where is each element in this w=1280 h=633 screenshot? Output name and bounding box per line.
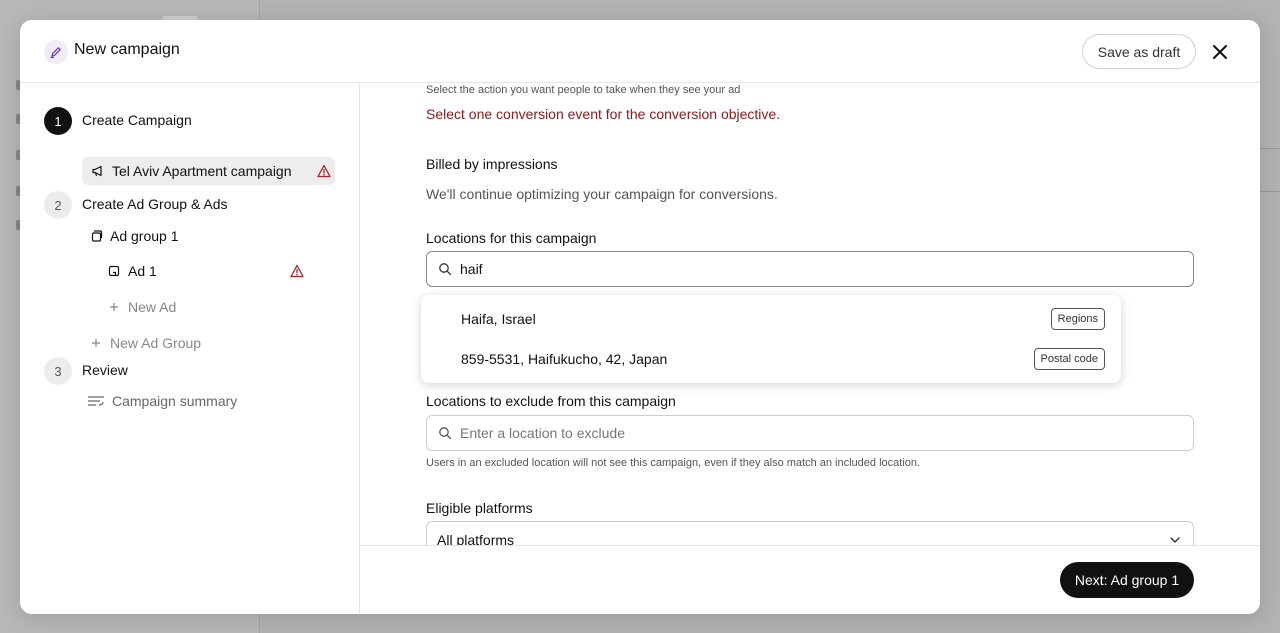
search-icon [439,427,452,440]
location-option-label: 859-5531, Haifukucho, 42, Japan [461,351,668,367]
step-number-2: 2 [44,191,72,219]
list-filter-icon [86,393,106,409]
exclude-locations-input[interactable] [460,416,1160,450]
ad-card-icon [106,263,122,279]
search-icon [439,263,452,276]
nav-item-label: Ad group 1 [110,228,179,244]
modal-header: New campaign Save as draft [20,20,1260,83]
nav-item-label: Tel Aviv Apartment campaign [112,163,292,179]
modal-title: New campaign [74,41,180,58]
location-option-label: Haifa, Israel [461,311,536,327]
nav-item-campaign-summary[interactable]: Campaign summary [86,391,237,411]
step-number-3: 3 [44,357,72,385]
step-create-ad-group[interactable]: Create Ad Group & Ads [82,196,228,212]
stack-icon [88,228,104,244]
location-option[interactable]: Haifa, Israel Regions [421,299,1121,339]
background-row [1260,148,1280,192]
new-ad-group-label: New Ad Group [110,335,202,351]
new-campaign-modal: New campaign Save as draft 1 Create Camp… [20,20,1260,614]
location-type-badge: Postal code [1033,348,1105,370]
pencil-icon [44,40,68,64]
step-create-campaign[interactable]: Create Campaign [82,112,192,128]
save-as-draft-button[interactable]: Save as draft [1082,34,1196,69]
platforms-selected-value: All platforms [437,532,515,545]
megaphone-icon [90,163,106,179]
exclude-locations-field[interactable] [426,415,1194,451]
modal-footer: Next: Ad group 1 [360,545,1260,614]
locations-search-field[interactable] [426,251,1194,287]
plus-icon [88,335,104,351]
platforms-label: Eligible platforms [426,500,533,516]
action-helper-text: Select the action you want people to tak… [426,84,741,96]
location-option[interactable]: 859-5531, Haifukucho, 42, Japan Postal c… [421,339,1121,379]
chevron-down-icon [1170,537,1180,543]
step-number-1: 1 [44,107,72,135]
close-icon[interactable] [1207,39,1233,65]
campaign-summary-label: Campaign summary [112,393,238,409]
nav-item-ad[interactable]: Ad 1 [106,261,306,281]
location-suggestions-dropdown: Haifa, Israel Regions 859-5531, Haifukuc… [421,295,1121,383]
warning-icon [290,264,304,278]
conversion-error-text: Select one conversion event for the conv… [426,106,781,122]
billing-description: We'll continue optimizing your campaign … [426,186,778,202]
new-ad-button[interactable]: New Ad [106,297,176,317]
nav-item-ad-group[interactable]: Ad group 1 [88,226,179,246]
new-ad-group-button[interactable]: New Ad Group [88,333,201,353]
warning-icon [317,164,331,178]
next-ad-group-button[interactable]: Next: Ad group 1 [1060,562,1194,598]
location-type-badge: Regions [1050,308,1105,330]
nav-item-label: Ad 1 [128,263,157,279]
nav-item-campaign[interactable]: Tel Aviv Apartment campaign [82,157,335,185]
step-review[interactable]: Review [82,362,128,378]
campaign-steps-nav: 1 Create Campaign Tel Aviv Apartment cam… [20,83,360,614]
locations-search-input[interactable] [460,252,1160,286]
locations-label: Locations for this campaign [426,230,597,246]
billing-title: Billed by impressions [426,156,558,172]
platforms-select[interactable]: All platforms [426,521,1194,545]
plus-icon [106,299,122,315]
exclude-helper-text: Users in an excluded location will not s… [426,457,921,469]
new-ad-label: New Ad [128,299,177,315]
exclude-locations-label: Locations to exclude from this campaign [426,393,676,409]
